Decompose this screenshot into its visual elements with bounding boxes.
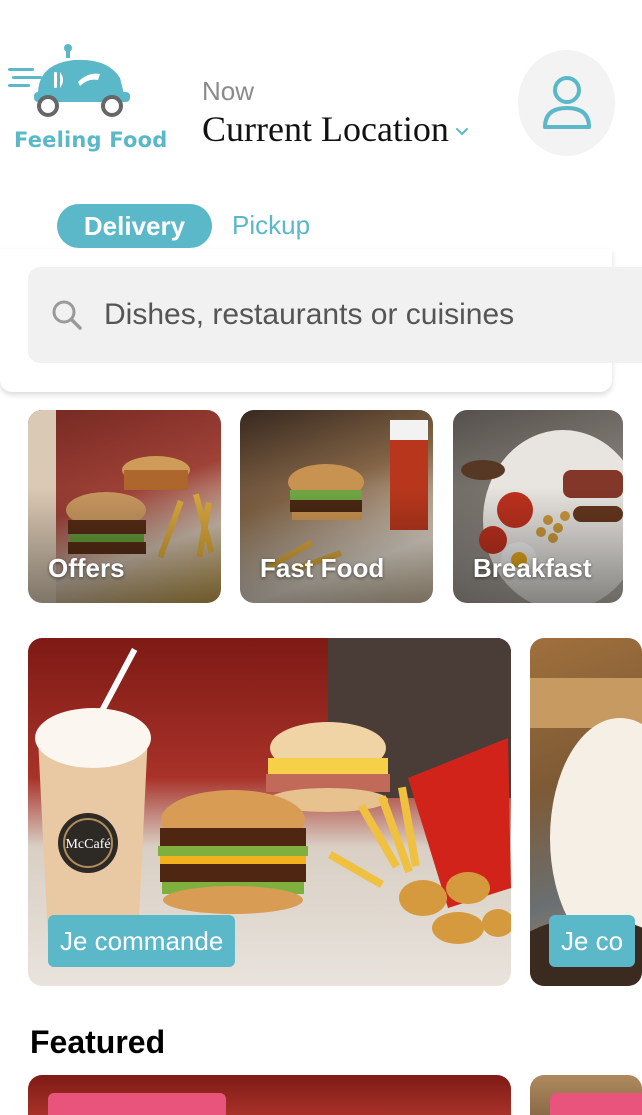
category-fast-food[interactable]: Fast Food bbox=[240, 410, 433, 603]
category-offers[interactable]: Offers bbox=[28, 410, 221, 603]
category-offers-label: Offers bbox=[48, 553, 125, 583]
chevron-down-icon bbox=[455, 128, 468, 136]
order-button-second[interactable]: Je co bbox=[549, 915, 636, 967]
logo-delivery-truck-icon bbox=[8, 44, 130, 117]
promo-card-second[interactable]: Je co bbox=[530, 638, 642, 986]
location-selector[interactable]: Current Location bbox=[202, 108, 469, 150]
location-label: Current Location bbox=[202, 109, 449, 149]
featured-badge-2 bbox=[550, 1093, 642, 1115]
order-button[interactable]: Je commande bbox=[48, 915, 236, 967]
featured-heading: Featured bbox=[30, 1024, 166, 1060]
tab-delivery[interactable]: Delivery bbox=[57, 204, 212, 248]
user-icon bbox=[542, 76, 591, 129]
featured-card-1[interactable] bbox=[28, 1075, 511, 1115]
search-icon bbox=[52, 300, 82, 330]
category-breakfast-label: Breakfast bbox=[473, 553, 592, 583]
category-fast-food-label: Fast Food bbox=[260, 553, 385, 583]
featured-card-2[interactable] bbox=[530, 1075, 642, 1115]
logo-text: Feeling Food bbox=[14, 128, 168, 152]
featured-badge bbox=[48, 1093, 226, 1115]
category-breakfast[interactable]: Breakfast bbox=[453, 410, 623, 603]
search-bar[interactable] bbox=[28, 267, 642, 363]
delivery-time-label: Now bbox=[202, 76, 255, 106]
search-input[interactable] bbox=[102, 297, 626, 333]
profile-button[interactable] bbox=[518, 50, 615, 156]
mccafe-badge-text: McCafé bbox=[65, 837, 110, 852]
tab-pickup[interactable]: Pickup bbox=[232, 210, 310, 241]
promo-card-mcdonalds[interactable]: McCafé Je commande bbox=[28, 638, 511, 986]
